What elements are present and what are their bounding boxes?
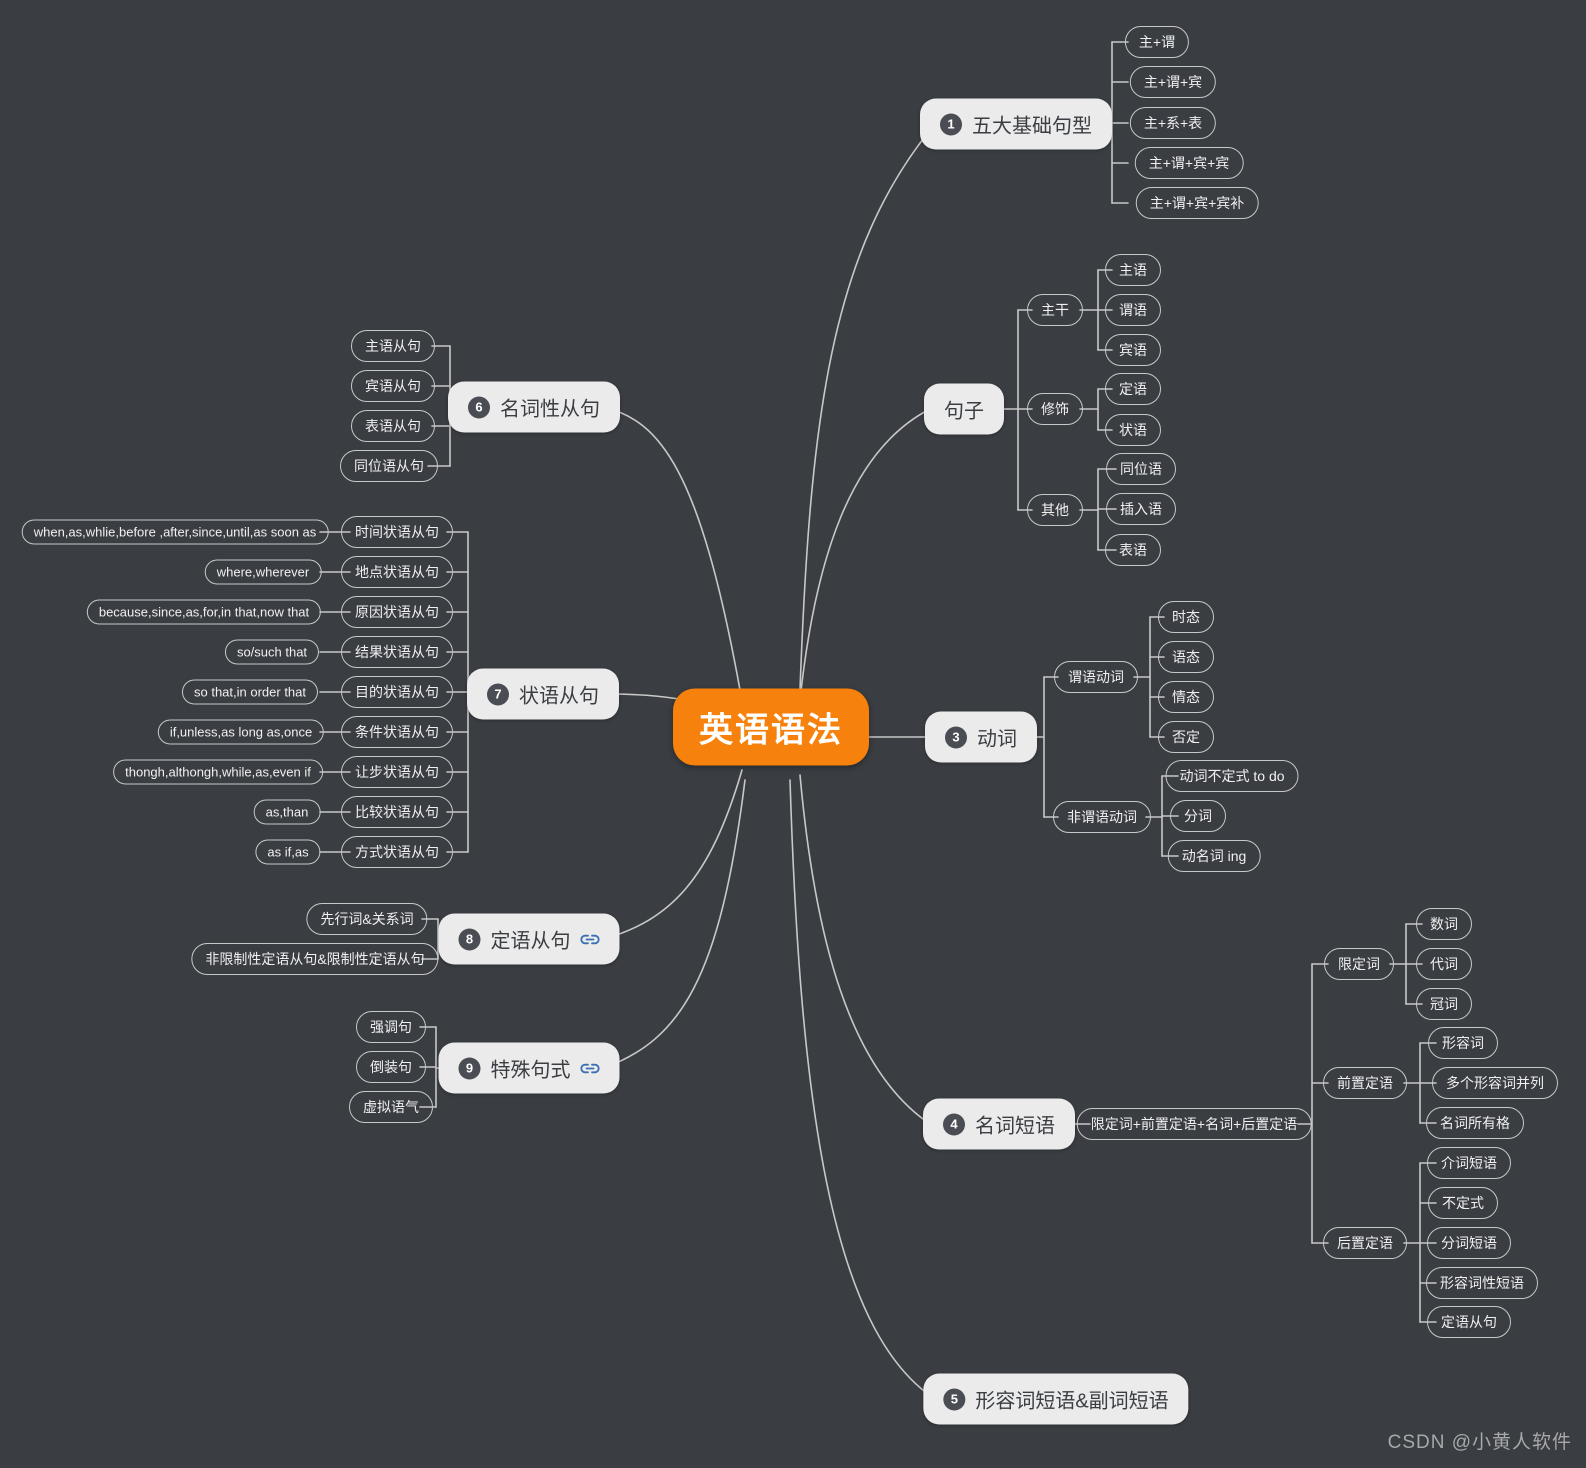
- leaf-node[interactable]: 形容词性短语: [1426, 1267, 1538, 1299]
- leaf-node[interactable]: 主+谓: [1124, 26, 1190, 58]
- link-icon[interactable]: [580, 1061, 600, 1075]
- branch-label: 名词性从句: [500, 398, 600, 421]
- root-node[interactable]: 英语语法: [673, 688, 869, 766]
- leaf-node[interactable]: 让步状语从句: [341, 756, 453, 788]
- group-node[interactable]: 非谓语动词: [1053, 801, 1151, 833]
- leaf-node[interactable]: 条件状语从句: [341, 716, 453, 748]
- keyword-node[interactable]: as if,as: [255, 839, 321, 865]
- keyword-node[interactable]: when,as,whlie,before ,after,since,until,…: [21, 519, 329, 545]
- leaf-node[interactable]: 数词: [1416, 908, 1472, 940]
- branch-node-attributive-clause[interactable]: 8 定语从句: [438, 913, 620, 965]
- branch-label: 五大基础句型: [972, 115, 1092, 138]
- keyword-node[interactable]: where,wherever: [204, 559, 322, 585]
- leaf-node[interactable]: 目的状语从句: [341, 676, 453, 708]
- branch-badge: 7: [487, 683, 509, 705]
- leaf-node[interactable]: 非限制性定语从句&限制性定语从句: [191, 943, 439, 975]
- group-node[interactable]: 前置定语: [1323, 1067, 1407, 1099]
- branch-node-verb[interactable]: 3 动词: [925, 711, 1037, 763]
- leaf-node[interactable]: 分词短语: [1427, 1227, 1511, 1259]
- branch-node-five-sentence-patterns[interactable]: 1 五大基础句型: [920, 98, 1112, 150]
- leaf-node[interactable]: 代词: [1416, 948, 1472, 980]
- branch-label: 定语从句: [490, 930, 571, 953]
- branch-node-noun-phrase[interactable]: 4 名词短语: [923, 1098, 1075, 1150]
- leaf-node[interactable]: 方式状语从句: [341, 836, 453, 868]
- group-node[interactable]: 主干: [1027, 294, 1083, 326]
- leaf-node[interactable]: 同位语从句: [340, 450, 438, 482]
- leaf-node[interactable]: 情态: [1158, 681, 1214, 713]
- leaf-node[interactable]: 多个形容词并列: [1432, 1067, 1558, 1099]
- branch-node-sentence[interactable]: 句子: [924, 383, 1004, 435]
- root-label: 英语语法: [699, 711, 843, 750]
- branch-badge: 6: [468, 396, 490, 418]
- branch-label: 特殊句式: [490, 1059, 571, 1082]
- leaf-node[interactable]: 插入语: [1106, 493, 1176, 525]
- leaf-node[interactable]: 倒装句: [356, 1051, 426, 1083]
- leaf-node[interactable]: 状语: [1105, 414, 1161, 446]
- leaf-node[interactable]: 主语从句: [351, 330, 435, 362]
- leaf-node[interactable]: 谓语: [1105, 294, 1161, 326]
- mindmap-canvas: 英语语法 1 五大基础句型 主+谓 主+谓+宾 主+系+表 主+谓+宾+宾 主+…: [0, 0, 1586, 1468]
- group-node[interactable]: 其他: [1027, 494, 1083, 526]
- leaf-node[interactable]: 时态: [1158, 601, 1214, 633]
- leaf-node[interactable]: 主+谓+宾: [1129, 66, 1217, 98]
- leaf-node[interactable]: 表语从句: [351, 410, 435, 442]
- leaf-node[interactable]: 同位语: [1106, 453, 1176, 485]
- group-node[interactable]: 谓语动词: [1054, 661, 1138, 693]
- branch-badge: 5: [943, 1388, 966, 1410]
- watermark: CSDN @小黄人软件: [1387, 1432, 1572, 1453]
- leaf-node[interactable]: 介词短语: [1427, 1147, 1511, 1179]
- keyword-node[interactable]: as,than: [253, 799, 321, 825]
- keyword-node[interactable]: so that,in order that: [181, 679, 319, 705]
- leaf-node[interactable]: 先行词&关系词: [306, 903, 428, 935]
- branch-label: 状语从句: [519, 685, 599, 708]
- branch-node-adverbial-clause[interactable]: 7 状语从句: [467, 668, 619, 720]
- leaf-node[interactable]: 宾语从句: [351, 370, 435, 402]
- leaf-node[interactable]: 主语: [1105, 254, 1161, 286]
- keyword-node[interactable]: thongh,althongh,while,as,even if: [113, 759, 323, 785]
- group-node[interactable]: 限定词: [1324, 948, 1394, 980]
- branch-badge: 4: [943, 1113, 965, 1135]
- leaf-node[interactable]: 名词所有格: [1426, 1107, 1524, 1139]
- group-node[interactable]: 后置定语: [1323, 1227, 1407, 1259]
- keyword-node[interactable]: so/such that: [224, 639, 320, 665]
- leaf-node[interactable]: 否定: [1158, 721, 1214, 753]
- leaf-node[interactable]: 冠词: [1416, 988, 1472, 1020]
- leaf-node[interactable]: 主+谓+宾+宾: [1134, 147, 1244, 179]
- group-node[interactable]: 修饰: [1027, 393, 1083, 425]
- leaf-node[interactable]: 原因状语从句: [341, 596, 453, 628]
- leaf-node[interactable]: 动名词 ing: [1167, 840, 1261, 872]
- branch-badge: 1: [940, 113, 962, 135]
- leaf-node[interactable]: 定语从句: [1427, 1306, 1511, 1338]
- leaf-node[interactable]: 动词不定式 to do: [1165, 760, 1299, 792]
- branch-node-nominal-clause[interactable]: 6 名词性从句: [448, 381, 620, 433]
- leaf-node[interactable]: 比较状语从句: [341, 796, 453, 828]
- leaf-node[interactable]: 表语: [1105, 534, 1161, 566]
- leaf-node[interactable]: 时间状语从句: [341, 516, 453, 548]
- branch-label: 形容词短语&副词短语: [975, 1390, 1169, 1413]
- branch-label: 动词: [977, 728, 1017, 751]
- leaf-node[interactable]: 强调句: [356, 1011, 426, 1043]
- leaf-node[interactable]: 主+谓+宾+宾补: [1135, 187, 1259, 219]
- leaf-node[interactable]: 定语: [1105, 373, 1161, 405]
- leaf-node[interactable]: 形容词: [1428, 1027, 1498, 1059]
- branch-badge: 3: [945, 726, 967, 748]
- branch-label: 句子: [944, 400, 984, 423]
- branch-badge: 8: [458, 928, 481, 950]
- formula-node[interactable]: 限定词+前置定语+名词+后置定语: [1076, 1108, 1312, 1140]
- leaf-node[interactable]: 语态: [1158, 641, 1214, 673]
- keyword-node[interactable]: if,unless,as long as,once: [157, 719, 325, 745]
- leaf-node[interactable]: 不定式: [1428, 1187, 1498, 1219]
- branch-label: 名词短语: [975, 1115, 1055, 1138]
- leaf-node[interactable]: 分词: [1170, 800, 1226, 832]
- keyword-node[interactable]: because,since,as,for,in that,now that: [86, 599, 322, 625]
- branch-node-adjective-adverb-phrase[interactable]: 5 形容词短语&副词短语: [923, 1373, 1189, 1425]
- leaf-node[interactable]: 地点状语从句: [341, 556, 453, 588]
- branch-badge: 9: [458, 1057, 481, 1079]
- leaf-node[interactable]: 虚拟语气: [349, 1091, 433, 1123]
- branch-node-special-sentence-pattern[interactable]: 9 特殊句式: [438, 1042, 620, 1094]
- link-icon[interactable]: [580, 932, 600, 946]
- leaf-node[interactable]: 主+系+表: [1129, 107, 1217, 139]
- leaf-node[interactable]: 结果状语从句: [341, 636, 453, 668]
- leaf-node[interactable]: 宾语: [1105, 334, 1161, 366]
